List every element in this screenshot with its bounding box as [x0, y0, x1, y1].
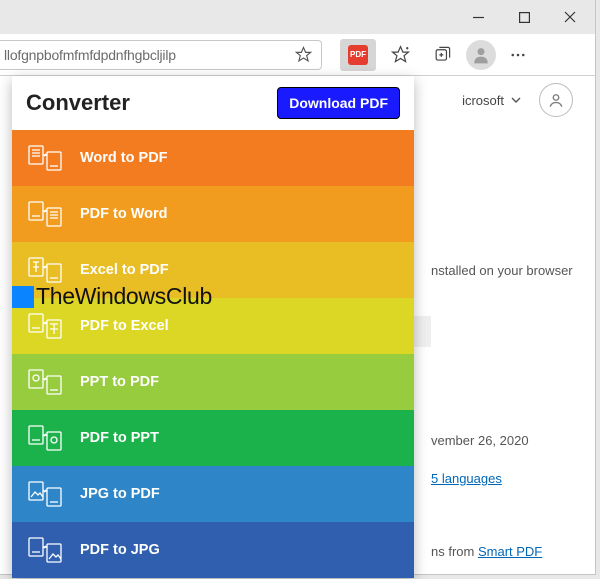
languages-link[interactable]: 5 languages — [431, 471, 502, 486]
languages-link-fragment: 5 languages — [431, 471, 502, 486]
chevron-down-icon — [511, 95, 521, 105]
install-text-fragment: nstalled on your browser — [431, 263, 573, 278]
profile-avatar[interactable] — [466, 40, 496, 70]
microsoft-label-fragment: icrosoft — [462, 93, 504, 108]
extension-button-smartpdf[interactable]: PDF — [340, 39, 376, 71]
favorites-icon[interactable] — [382, 39, 418, 71]
browser-window: llofgnpbofmfmfdpdnfhgbcljilp PDF icrosof… — [0, 0, 596, 575]
word-to-pdf-icon — [28, 143, 62, 173]
pdf-to-ppt-icon — [28, 423, 62, 453]
option-pdf-to-word[interactable]: PDF to Word — [12, 186, 414, 242]
account-avatar-icon[interactable] — [539, 83, 573, 117]
minimize-button[interactable] — [455, 2, 501, 32]
download-pdf-button[interactable]: Download PDF — [277, 87, 400, 119]
option-label: PDF to Word — [80, 206, 168, 222]
option-label: PDF to PPT — [80, 430, 159, 446]
date-text-fragment: vember 26, 2020 — [431, 433, 529, 448]
pdf-to-word-icon — [28, 199, 62, 229]
page-greybox — [414, 316, 431, 347]
option-pdf-to-excel[interactable]: PDF to Excel — [12, 298, 414, 354]
option-label: JPG to PDF — [80, 486, 160, 502]
from-link-fragment: ns from Smart PDF — [431, 544, 542, 559]
maximize-button[interactable] — [501, 2, 547, 32]
option-excel-to-pdf[interactable]: Excel to PDF — [12, 242, 414, 298]
ppt-to-pdf-icon — [28, 367, 62, 397]
option-word-to-pdf[interactable]: Word to PDF — [12, 130, 414, 186]
option-label: Word to PDF — [80, 150, 168, 166]
option-ppt-to-pdf[interactable]: PPT to PDF — [12, 354, 414, 410]
address-bar[interactable]: llofgnpbofmfmfdpdnfhgbcljilp — [0, 40, 322, 70]
window-titlebar — [0, 0, 595, 34]
pdf-to-excel-icon — [28, 311, 62, 341]
option-label: PDF to Excel — [80, 318, 169, 334]
option-pdf-to-jpg[interactable]: PDF to JPG — [12, 522, 414, 578]
address-text: llofgnpbofmfmfdpdnfhgbcljilp — [4, 47, 293, 63]
pdf-to-jpg-icon — [28, 535, 62, 565]
microsoft-dropdown[interactable]: icrosoft — [462, 93, 521, 108]
option-label: Excel to PDF — [80, 262, 169, 278]
more-menu-icon[interactable] — [500, 39, 536, 71]
smart-pdf-link[interactable]: Smart PDF — [478, 544, 542, 559]
jpg-to-pdf-icon — [28, 479, 62, 509]
close-button[interactable] — [547, 2, 593, 32]
browser-toolbar: llofgnpbofmfmfdpdnfhgbcljilp PDF — [0, 34, 595, 76]
converter-popup: Converter Download PDF Word to PDF PDF t… — [12, 76, 414, 578]
bookmark-star-icon[interactable] — [293, 45, 313, 65]
collections-icon[interactable] — [424, 39, 460, 71]
converter-title: Converter — [26, 90, 130, 116]
option-label: PDF to JPG — [80, 542, 160, 558]
pdf-extension-icon: PDF — [348, 45, 368, 65]
excel-to-pdf-icon — [28, 255, 62, 285]
option-label: PPT to PDF — [80, 374, 159, 390]
converter-popup-header: Converter Download PDF — [12, 76, 414, 130]
option-pdf-to-ppt[interactable]: PDF to PPT — [12, 410, 414, 466]
option-jpg-to-pdf[interactable]: JPG to PDF — [12, 466, 414, 522]
